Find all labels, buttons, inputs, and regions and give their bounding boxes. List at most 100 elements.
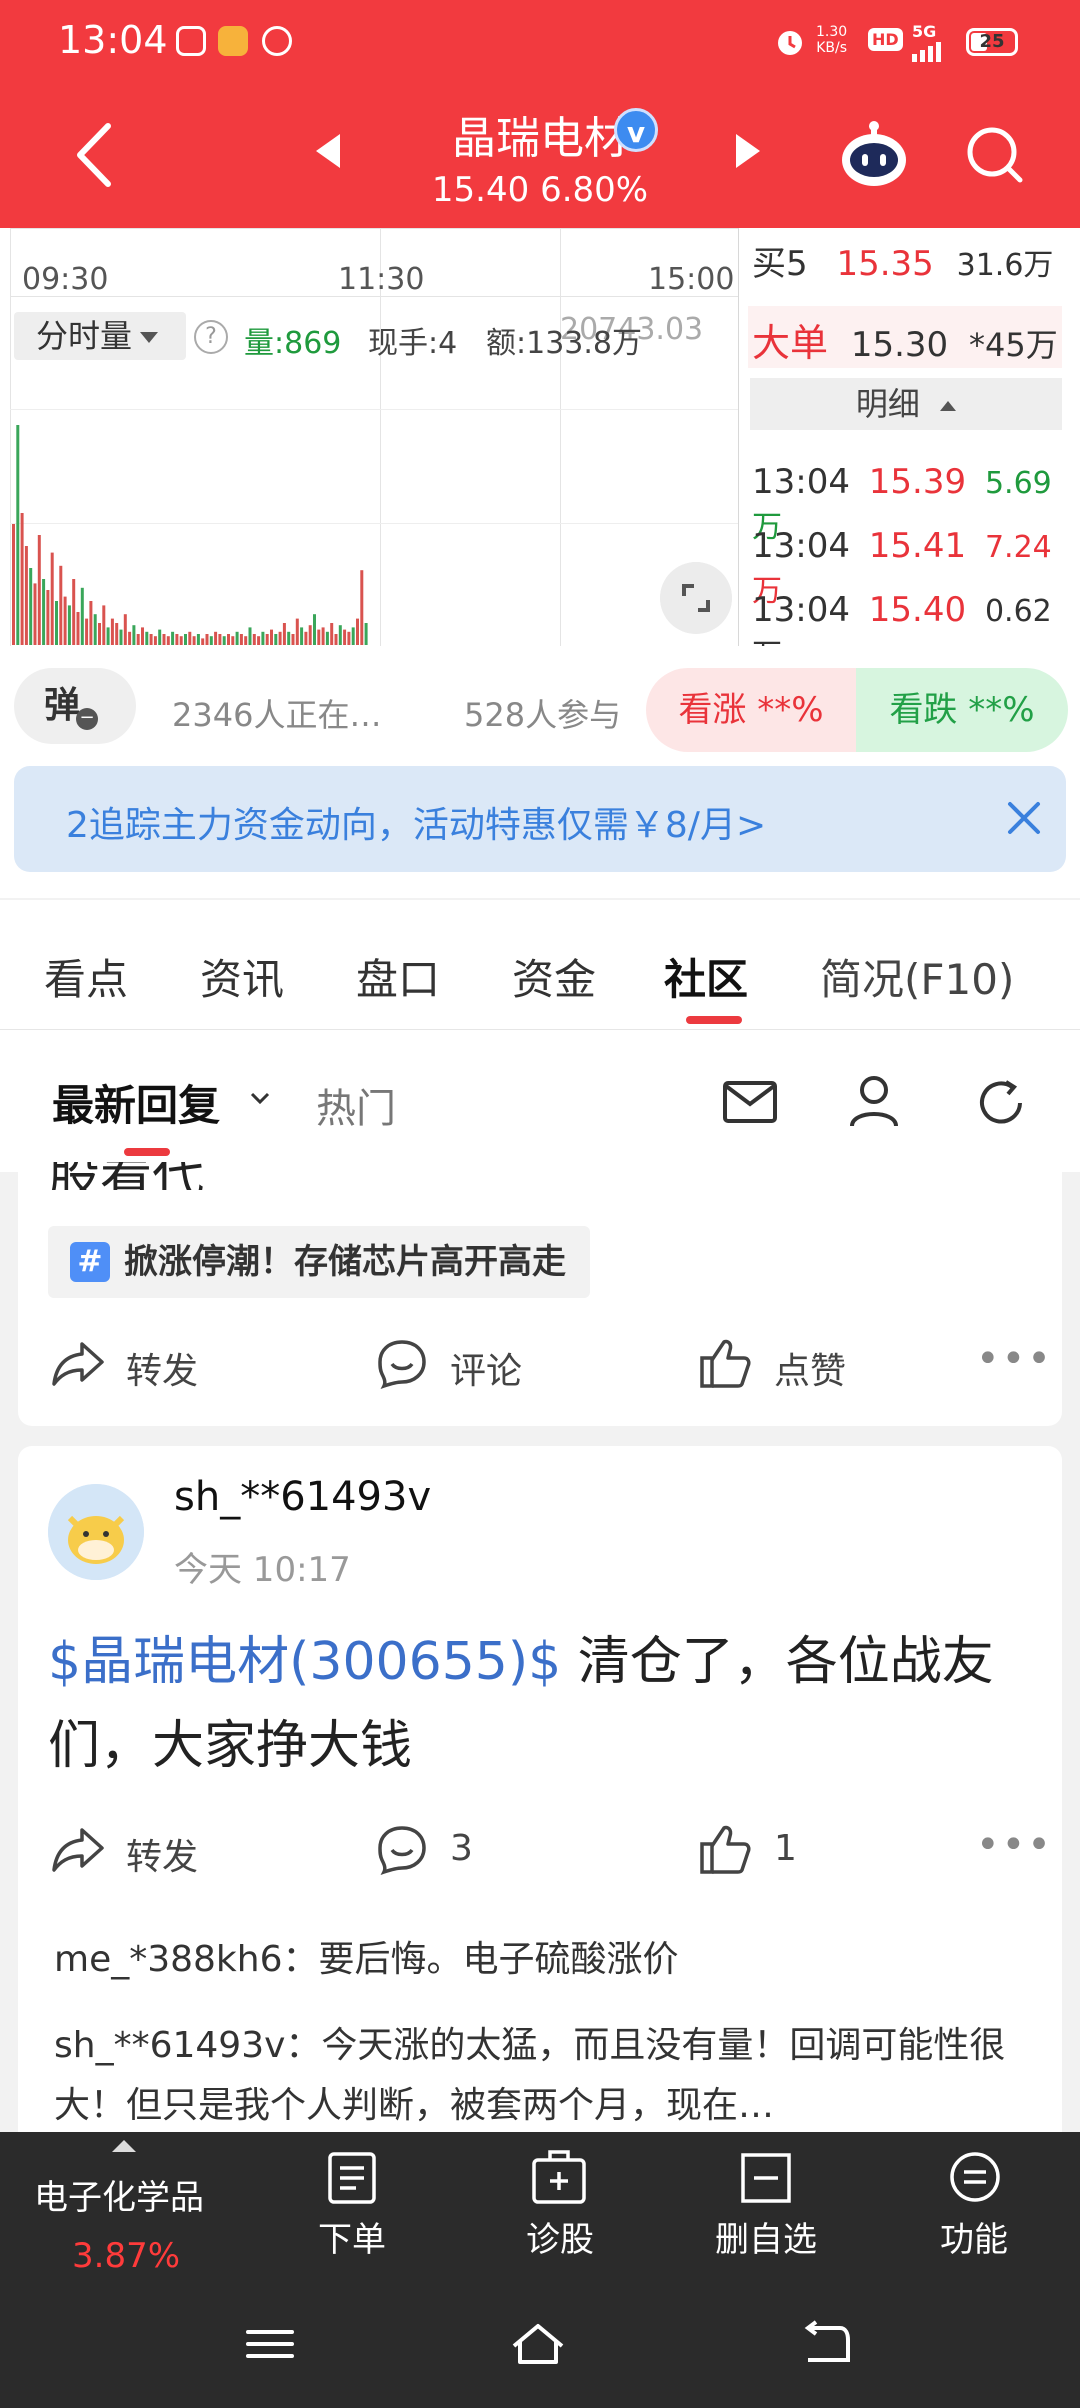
volume-bar: [239, 634, 243, 645]
section-tabs: 看点 资讯 盘口 资金 社区 简况(F10): [0, 900, 1080, 1030]
bullish-vote-button[interactable]: 看涨 **%: [646, 668, 856, 752]
promo-banner[interactable]: 2追踪主力资金动向，活动特惠仅需￥8/月>: [14, 766, 1066, 872]
volume-indicator-select[interactable]: 分时量: [14, 312, 186, 360]
volume-bar: [209, 636, 213, 645]
back-nav-icon[interactable]: [796, 2316, 856, 2372]
caret-up-icon: [112, 2140, 136, 2152]
sort-hot[interactable]: 热门: [316, 1076, 396, 1134]
bearish-vote-button[interactable]: 看跌 **%: [856, 668, 1068, 752]
comment-icon[interactable]: [376, 1824, 428, 1876]
comment-count[interactable]: 3: [450, 1828, 473, 1869]
volume-bar: [274, 634, 278, 645]
stock-quote: 15.40 6.80%: [431, 170, 649, 210]
remove-watchlist-icon[interactable]: [740, 2152, 792, 2204]
order-icon[interactable]: [326, 2150, 378, 2206]
big-order-row[interactable]: 大单 15.30 *45万: [752, 312, 1058, 367]
home-icon[interactable]: [508, 2316, 568, 2372]
volume-bar: [218, 634, 222, 645]
volume-bar: [231, 636, 235, 645]
promo-text[interactable]: 2追踪主力资金动向，活动特惠仅需￥8/月>: [66, 796, 766, 848]
back-button[interactable]: [68, 120, 120, 190]
volume-bar: [37, 535, 41, 645]
prev-stock-button[interactable]: [316, 134, 340, 168]
time-axis-label: 15:00: [648, 262, 735, 297]
mail-icon[interactable]: [722, 1080, 778, 1124]
volume-bar: [321, 627, 325, 645]
like-button[interactable]: 点赞: [774, 1342, 846, 1394]
help-icon[interactable]: ?: [194, 320, 228, 354]
volume-bar: [360, 570, 364, 645]
thumbs-up-icon[interactable]: [698, 1336, 752, 1390]
volume-bar: [175, 634, 179, 645]
remove-watchlist-button[interactable]: 删自选: [666, 2212, 866, 2261]
time-axis-label: 09:30: [22, 262, 109, 297]
volume-bar: [313, 614, 316, 645]
more-options-icon[interactable]: •••: [976, 1336, 1053, 1382]
diagnose-icon[interactable]: [530, 2148, 588, 2206]
volume-bar: [282, 623, 286, 645]
comment-button[interactable]: 评论: [450, 1342, 522, 1394]
volume-bar: [287, 631, 291, 645]
tab-community[interactable]: 社区: [664, 946, 748, 1007]
volume-bar: [119, 629, 123, 645]
function-button[interactable]: 功能: [874, 2212, 1074, 2261]
trade-detail-button[interactable]: 明细: [750, 378, 1062, 430]
volume-bar: [300, 627, 304, 645]
next-stock-button[interactable]: [736, 134, 760, 168]
share-icon[interactable]: [50, 1340, 106, 1388]
fullscreen-icon[interactable]: [660, 562, 732, 634]
topic-tag[interactable]: 掀涨停潮！存储芯片高开高走: [48, 1226, 590, 1298]
forward-button[interactable]: 转发: [126, 1828, 198, 1880]
comment-icon[interactable]: [376, 1338, 428, 1390]
volume-bar: [192, 636, 196, 645]
menu-function-icon[interactable]: [948, 2150, 1002, 2204]
post-text-partial: 股看代: [48, 1162, 204, 1190]
volume-bar: [80, 587, 84, 645]
sector-name[interactable]: 电子化学品: [34, 2170, 204, 2219]
tab-news[interactable]: 资讯: [200, 946, 284, 1007]
status-bar: 13:04 1.30 KB/s HD 5G 25: [0, 0, 1080, 84]
close-icon[interactable]: [1002, 796, 1046, 840]
volume-bar: [257, 636, 261, 645]
tab-capital[interactable]: 资金: [512, 946, 596, 1007]
signal-icon: [912, 42, 944, 62]
like-count[interactable]: 1: [774, 1828, 797, 1869]
menu-icon[interactable]: [240, 2316, 300, 2372]
forward-button[interactable]: 转发: [126, 1342, 198, 1394]
tab-highlights[interactable]: 看点: [44, 946, 128, 1007]
post-username[interactable]: sh_**61493v: [174, 1474, 431, 1520]
volume-bar: [304, 631, 308, 645]
volume-bar: [149, 634, 153, 645]
volume-bar: [136, 634, 140, 645]
ask5-row: 买5 15.35 31.6万: [752, 244, 1054, 284]
order-button[interactable]: 下单: [252, 2212, 452, 2261]
current-hand-value: 现手:4: [368, 326, 458, 361]
minus-icon: −: [76, 708, 98, 730]
tab-profile[interactable]: 简况(F10): [820, 946, 1014, 1007]
reply-item[interactable]: me_*388kh6：要后悔。电子硫酸涨价: [54, 1930, 1044, 1990]
volume-bar: [201, 638, 205, 645]
danmu-toggle-button[interactable]: 弹: [14, 668, 136, 744]
stock-mention-link[interactable]: $晶瑞电材(300655)$: [48, 1632, 561, 1692]
volume-bar: [265, 634, 269, 645]
avatar[interactable]: [48, 1484, 144, 1580]
volume-bar: [153, 636, 157, 645]
tab-orderbook[interactable]: 盘口: [356, 946, 440, 1007]
volume-bar: [67, 605, 71, 645]
robot-assistant-icon[interactable]: [838, 118, 910, 190]
user-icon[interactable]: [848, 1074, 900, 1128]
intraday-chart-panel: 09:30 11:30 15:00 20743.03 分时量 ? 量:869 现…: [0, 228, 1080, 673]
more-options-icon[interactable]: •••: [976, 1822, 1053, 1868]
diagnose-button[interactable]: 诊股: [460, 2212, 660, 2261]
share-icon[interactable]: [50, 1826, 106, 1874]
volume-bar: [325, 631, 329, 645]
volume-bar: [330, 623, 334, 645]
volume-bar: [72, 579, 76, 645]
sort-latest-reply[interactable]: 最新回复: [52, 1072, 220, 1133]
chevron-down-icon[interactable]: [248, 1086, 272, 1110]
volume-bar: [188, 631, 192, 645]
thumbs-up-icon[interactable]: [698, 1822, 752, 1876]
search-icon[interactable]: [964, 124, 1026, 186]
reply-item[interactable]: sh_**61493v：今天涨的太猛，而且没有量！回调可能性很大！但只是我个人判…: [54, 2016, 1044, 2136]
refresh-icon[interactable]: [974, 1076, 1028, 1130]
